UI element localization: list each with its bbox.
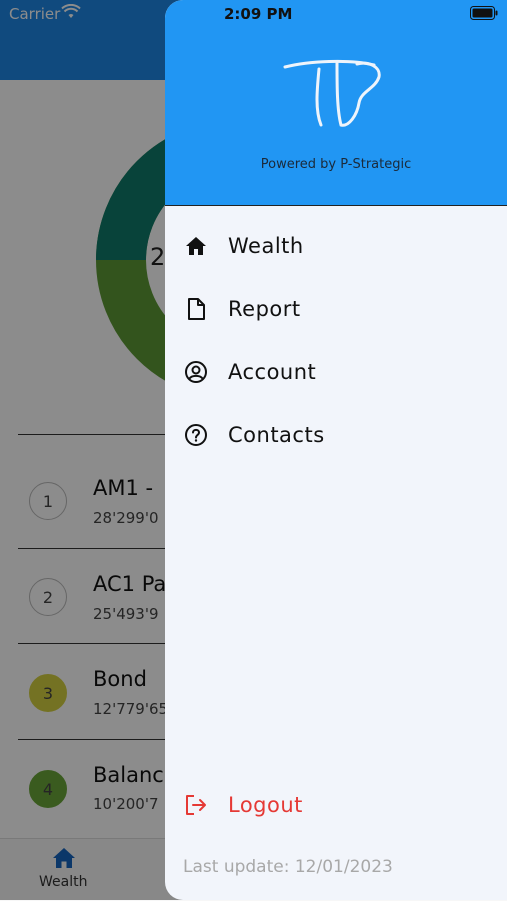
document-icon: [188, 298, 205, 320]
user-circle-icon: [185, 361, 207, 383]
p-strategic-logo: [283, 59, 381, 127]
navigation-drawer: 2:09 PM Powered by P-Strategic Wealth Re…: [165, 0, 507, 900]
menu-item-wealth[interactable]: Wealth: [165, 219, 507, 273]
status-time: 2:09 PM: [224, 5, 293, 23]
logout-button[interactable]: Logout: [165, 778, 507, 832]
home-icon: [186, 237, 206, 255]
menu-label-report: Report: [228, 297, 301, 321]
menu-label-contacts: Contacts: [228, 423, 325, 447]
logout-icon: [186, 795, 206, 815]
help-circle-icon: [185, 424, 207, 446]
menu-item-report[interactable]: Report: [165, 282, 507, 336]
menu-label-wealth: Wealth: [228, 234, 304, 258]
menu-item-contacts[interactable]: Contacts: [165, 408, 507, 462]
menu-item-account[interactable]: Account: [165, 345, 507, 399]
last-update-label: Last update: 12/01/2023: [183, 857, 393, 877]
menu-label-account: Account: [228, 360, 317, 384]
powered-by-label: Powered by P-Strategic: [260, 157, 412, 172]
battery-icon: [470, 6, 498, 20]
logout-label: Logout: [228, 793, 303, 817]
drawer-header: 2:09 PM Powered by P-Strategic: [165, 0, 507, 206]
